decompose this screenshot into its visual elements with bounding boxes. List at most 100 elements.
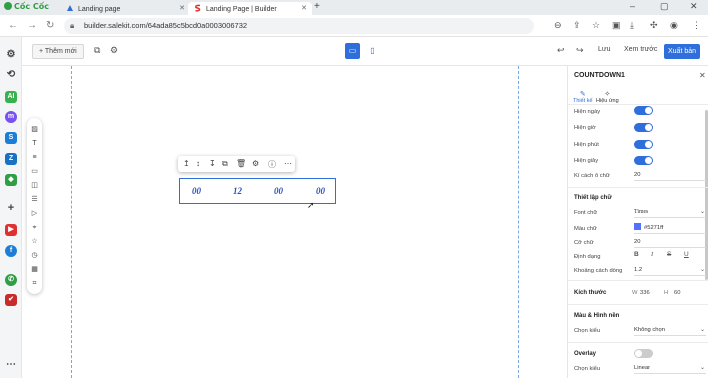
element-settings-gear-icon[interactable]: ⚙	[252, 159, 259, 168]
youtube-icon[interactable]: ▶	[5, 224, 17, 236]
profile-icon[interactable]: ◉	[670, 20, 678, 31]
extensions-icon[interactable]: ✣	[650, 20, 658, 31]
text-color-input[interactable]: #5271ff	[634, 223, 706, 234]
preview-button[interactable]: Xem trước	[624, 46, 657, 53]
color-swatch[interactable]	[634, 223, 641, 230]
reload-icon[interactable]: ↻	[46, 20, 54, 31]
font-size-label: Cỡ chữ	[574, 240, 594, 246]
add-sidebar-item-icon[interactable]: +	[5, 202, 17, 214]
ai-assistant-icon[interactable]: AI	[5, 91, 17, 103]
countdown-minutes: 00	[274, 186, 283, 196]
show-days-toggle[interactable]	[634, 106, 653, 115]
paragraph-element-icon[interactable]: ≡	[30, 153, 39, 162]
section-guide-left	[71, 66, 72, 378]
bookmark-star-icon[interactable]: ☆	[592, 20, 600, 31]
shape-element-icon[interactable]: ◫	[30, 181, 39, 190]
dimension-label: Kích thước	[574, 290, 607, 296]
align-middle-icon[interactable]: ↕	[196, 159, 200, 168]
tab-landing-page[interactable]: Landing page ✕	[60, 2, 190, 15]
map-element-icon[interactable]: ⌖	[30, 223, 39, 232]
panel-divider	[568, 104, 708, 105]
page-settings-gear-icon[interactable]: ⚙	[110, 45, 118, 56]
show-seconds-toggle[interactable]	[634, 156, 653, 165]
more-icon[interactable]: ⋯	[284, 159, 292, 168]
builder-favicon-icon	[194, 4, 202, 12]
gallery-element-icon[interactable]: ▦	[30, 265, 39, 274]
italic-button[interactable]: I	[651, 251, 653, 258]
frame-element-icon[interactable]: ⌗	[30, 279, 39, 288]
skype-icon[interactable]: S	[5, 132, 17, 144]
align-top-icon[interactable]: ↥	[183, 159, 190, 168]
width-input[interactable]: 336	[640, 290, 650, 296]
overlay-toggle[interactable]	[634, 349, 653, 358]
image-element-icon[interactable]: ▨	[30, 125, 39, 134]
mouse-cursor-icon: ➚	[307, 200, 315, 210]
history-icon[interactable]: ⟲	[5, 69, 17, 81]
underline-button[interactable]: U	[684, 251, 689, 258]
tab-close-icon[interactable]: ✕	[179, 4, 185, 12]
save-button[interactable]: Lưu	[598, 46, 610, 53]
font-select[interactable]: Times ⌄	[634, 207, 706, 218]
back-icon[interactable]: ←	[8, 20, 18, 31]
countdown-element-icon[interactable]: ◷	[30, 251, 39, 260]
messenger-icon[interactable]: m	[5, 111, 17, 123]
close-icon[interactable]: ✕	[690, 1, 698, 12]
salekit-favicon-icon	[66, 4, 74, 12]
add-new-button[interactable]: + Thêm mới	[32, 44, 84, 59]
tab-design[interactable]: ✎ Thiết kế	[573, 90, 593, 105]
redo-icon[interactable]: ↪	[576, 45, 584, 56]
show-hours-toggle[interactable]	[634, 123, 653, 132]
align-bottom-icon[interactable]: ↧	[209, 159, 216, 168]
todo-icon[interactable]: ✔	[5, 294, 17, 306]
undo-icon[interactable]: ↩	[557, 45, 565, 56]
whatsapp-icon[interactable]: ✆	[5, 274, 17, 286]
height-input[interactable]: 60	[674, 290, 680, 296]
overlay-label: Overlay	[574, 351, 597, 357]
bold-button[interactable]: B	[634, 251, 639, 258]
video-element-icon[interactable]: ▷	[30, 209, 39, 218]
show-hours-label: Hiện giờ	[574, 125, 596, 131]
spacing-input[interactable]: 20	[634, 170, 706, 181]
delete-icon[interactable]: 🗑︎	[236, 159, 246, 168]
button-element-icon[interactable]: ▭	[30, 167, 39, 176]
form-element-icon[interactable]: ☰	[30, 195, 39, 204]
publish-button[interactable]: Xuất bản	[664, 44, 700, 59]
chevron-down-icon: ⌄	[699, 365, 705, 371]
overlay-type-select[interactable]: Linear ⌄	[634, 363, 706, 374]
zalo-icon[interactable]: Z	[5, 153, 17, 165]
panel-divider	[568, 280, 708, 281]
zoom-icon[interactable]: ⊖	[554, 20, 562, 31]
sidebar-more-icon[interactable]: ⋯	[5, 359, 17, 371]
url-field[interactable]: 🔒︎ builder.salekit.com/64ada85c5bcd0a000…	[64, 18, 534, 34]
tab-effects[interactable]: ✧ Hiệu ứng	[596, 90, 619, 104]
download-icon[interactable]: ⤓	[630, 20, 634, 31]
layers-icon[interactable]: ⧉	[94, 45, 100, 56]
help-icon[interactable]: ⓘ	[268, 159, 276, 170]
duplicate-icon[interactable]: ⧉	[222, 159, 228, 169]
show-minutes-toggle[interactable]	[634, 140, 653, 149]
line-height-select[interactable]: 1.2 ⌄	[634, 265, 706, 276]
settings-gear-icon[interactable]: ⚙	[5, 49, 17, 61]
share-icon[interactable]: ⇪	[573, 20, 581, 31]
minimize-icon[interactable]: –	[630, 1, 635, 11]
tab-close-icon[interactable]: ✕	[301, 4, 307, 12]
desktop-view-button[interactable]: ▭	[345, 43, 360, 59]
menu-kebab-icon[interactable]: ⋮	[692, 20, 701, 31]
countdown-days: 00	[192, 186, 201, 196]
mobile-view-button[interactable]: ▯	[365, 43, 380, 59]
split-view-icon[interactable]: ▣	[612, 20, 621, 31]
maximize-icon[interactable]: ▢	[660, 1, 669, 12]
forward-icon[interactable]: →	[27, 20, 37, 31]
background-type-select[interactable]: Không chọn ⌄	[634, 325, 706, 336]
font-size-input[interactable]: 20	[634, 237, 706, 248]
text-element-icon[interactable]: T	[30, 139, 39, 148]
tab-landing-page-builder[interactable]: Landing Page | Builder ✕	[188, 2, 312, 15]
panel-close-icon[interactable]: ✕	[699, 71, 706, 80]
star-element-icon[interactable]: ☆	[30, 237, 39, 246]
font-section-title: Thiết lập chữ	[574, 195, 612, 201]
strikethrough-button[interactable]: S	[667, 251, 671, 258]
facebook-icon[interactable]: f	[5, 245, 17, 257]
editor-canvas[interactable]: ▨ T ≡ ▭ ◫ ☰ ▷ ⌖ ☆ ◷ ▦ ⌗ ↥ ↕ ↧ ⧉ 🗑︎ ⚙ ⓘ ⋯…	[22, 66, 567, 378]
new-tab-icon[interactable]: +	[314, 1, 320, 12]
games-icon[interactable]: ◆	[5, 174, 17, 186]
